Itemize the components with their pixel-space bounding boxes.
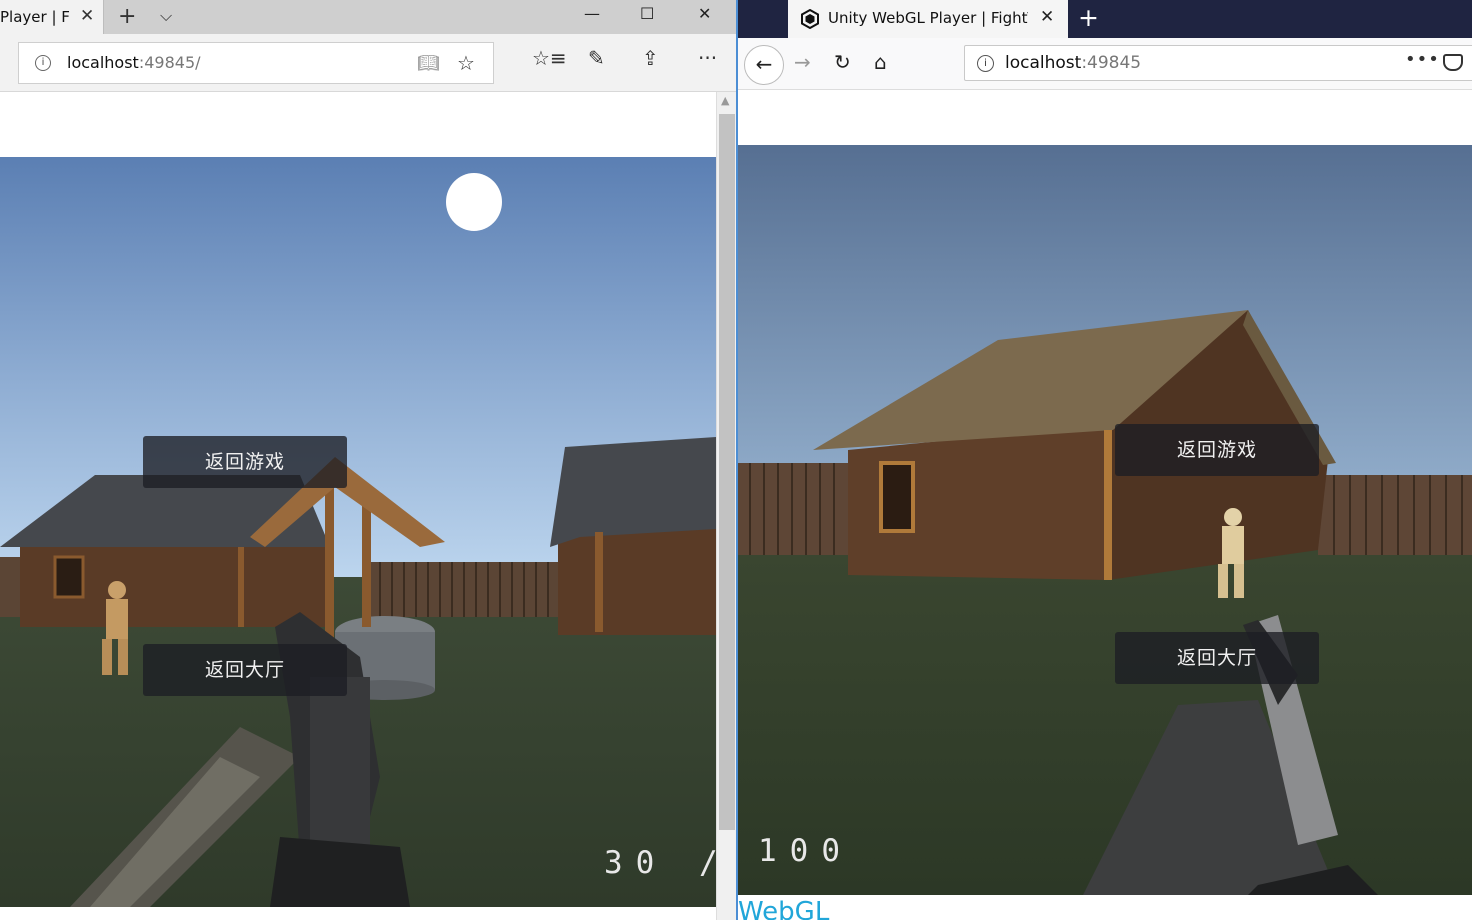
return-to-lobby-button[interactable]: 返回大厅 <box>1115 632 1319 684</box>
ammo-current: 30 <box>604 845 668 881</box>
firefox-tab-bar: Unity WebGL Player | FightTo ✕ + <box>738 0 1472 38</box>
unity-favicon-icon <box>801 9 819 29</box>
favorite-star-icon[interactable]: ☆ <box>457 51 475 75</box>
new-tab-icon[interactable]: + <box>1078 3 1099 32</box>
unity-game-canvas[interactable]: 返回游戏 返回大厅 100 <box>738 145 1472 895</box>
ammo-counter: 30 / <box>604 845 716 881</box>
reading-view-icon[interactable]: 📖︎ <box>417 53 440 74</box>
more-icon[interactable]: ··· <box>698 46 717 70</box>
return-to-game-button[interactable]: 返回游戏 <box>1115 424 1319 476</box>
edge-tab-bar: Player | Fig ✕ + ⌵ — ☐ ✕ <box>0 0 736 34</box>
web-note-icon[interactable]: ✎ <box>588 46 605 70</box>
firefox-nav-bar: ← → ↻ ⌂ i localhost:49845 ••• <box>738 38 1472 90</box>
ammo-separator: / <box>699 845 716 881</box>
edge-address-bar: i localhost:49845/ 📖︎ ☆ <box>0 34 736 92</box>
address-field[interactable]: i localhost:49845 ••• <box>964 45 1472 81</box>
chevron-down-icon[interactable]: ⌵ <box>160 6 172 26</box>
scrollbar-thumb[interactable] <box>719 114 735 830</box>
scroll-up-icon[interactable]: ▲ <box>721 94 729 107</box>
return-to-lobby-button[interactable]: 返回大厅 <box>143 644 347 696</box>
firefox-browser-window: Unity WebGL Player | FightTo ✕ + ← → ↻ ⌂… <box>736 0 1472 920</box>
edge-active-tab[interactable]: Player | Fig ✕ <box>0 0 104 34</box>
address-text: localhost:49845/ <box>67 53 201 72</box>
return-to-game-button[interactable]: 返回游戏 <box>143 436 347 488</box>
unity-game-canvas[interactable]: 返回游戏 返回大厅 30 / <box>0 157 716 907</box>
page-actions-icon[interactable]: ••• <box>1405 49 1440 70</box>
window-close-icon[interactable]: ✕ <box>698 4 711 23</box>
edge-browser-window: Player | Fig ✕ + ⌵ — ☐ ✕ i localhost:498… <box>0 0 736 920</box>
address-field[interactable]: i localhost:49845/ 📖︎ ☆ <box>18 42 494 84</box>
forward-arrow-icon[interactable]: → <box>794 50 811 74</box>
info-icon[interactable]: i <box>35 55 51 71</box>
favorites-hub-icon[interactable]: ☆≡ <box>532 46 567 70</box>
info-icon[interactable]: i <box>977 55 994 72</box>
pocket-icon[interactable] <box>1443 54 1463 71</box>
game-scene <box>738 145 1472 895</box>
firefox-active-tab[interactable]: Unity WebGL Player | FightTo ✕ <box>788 0 1068 38</box>
home-icon[interactable]: ⌂ <box>874 50 887 74</box>
minimize-icon[interactable]: — <box>584 4 600 23</box>
game-scene <box>0 157 716 907</box>
tab-close-icon[interactable]: ✕ <box>1040 7 1054 27</box>
maximize-icon[interactable]: ☐ <box>640 4 654 23</box>
sun <box>446 173 502 231</box>
reload-icon[interactable]: ↻ <box>834 50 851 74</box>
address-text: localhost:49845 <box>1005 53 1142 73</box>
tab-close-icon[interactable]: ✕ <box>80 6 94 26</box>
webgl-logo-text: WebGL <box>738 897 830 920</box>
right-barn <box>550 437 716 635</box>
new-tab-icon[interactable]: + <box>118 4 136 29</box>
tab-title: Unity WebGL Player | FightTo <box>828 9 1028 27</box>
vertical-scrollbar[interactable]: ▲ <box>716 92 736 920</box>
tab-title: Player | Fig <box>0 8 70 26</box>
share-icon[interactable]: ⇪ <box>642 46 659 70</box>
ammo-reserve: 100 <box>758 833 853 869</box>
back-arrow-icon[interactable]: ← <box>744 45 784 85</box>
